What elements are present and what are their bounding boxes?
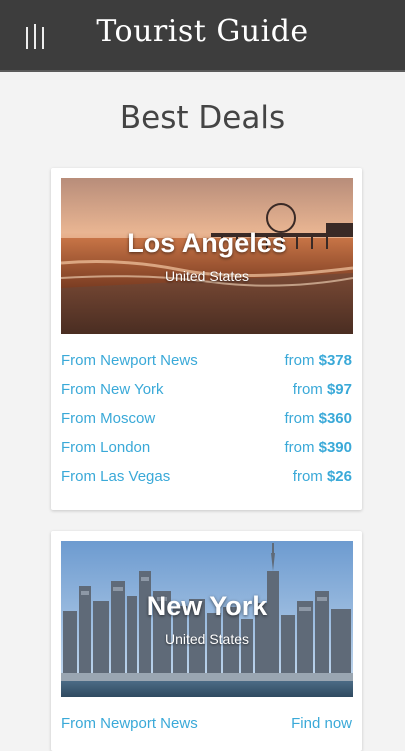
route-item[interactable]: From New York from $97 — [61, 375, 352, 404]
route-item[interactable]: From Las Vegas from $26 — [61, 462, 352, 491]
deal-country: United States — [164, 268, 250, 284]
find-now-link[interactable]: Find now — [291, 715, 352, 732]
route-item[interactable]: From London from $390 — [61, 433, 352, 462]
route-price: from $97 — [292, 381, 352, 398]
route-origin: From Las Vegas — [61, 468, 171, 485]
route-price: from $360 — [284, 410, 352, 427]
deal-city: New York — [146, 591, 268, 621]
page-title: Best Deals — [119, 100, 286, 136]
deal-city: Los Angeles — [127, 228, 287, 258]
route-list: From Newport News from $378 From New Yor… — [61, 346, 352, 491]
route-price: from $378 — [284, 352, 352, 369]
app-bar: Tourist Guide — [0, 0, 405, 72]
deal-card[interactable]: Los Angeles United States From Newport N… — [51, 168, 362, 510]
route-item[interactable]: From Moscow from $360 — [61, 404, 352, 433]
deal-country: United States — [164, 631, 250, 647]
deal-image: New York United States — [61, 541, 353, 697]
route-origin: From New York — [61, 381, 164, 398]
app-title: Tourist Guide — [96, 14, 309, 49]
route-price: from $390 — [284, 439, 352, 456]
route-origin: From Moscow — [61, 410, 156, 427]
route-origin: From Newport News — [61, 715, 198, 732]
route-item[interactable]: From Newport News from $378 — [61, 346, 352, 375]
app-bar-divider — [0, 70, 405, 72]
route-item[interactable]: From Newport News Find now — [61, 709, 352, 738]
route-price: from $26 — [292, 468, 352, 485]
deal-card[interactable]: New York United States From Newport News… — [51, 531, 362, 751]
route-origin: From London — [61, 439, 151, 456]
route-origin: From Newport News — [61, 352, 198, 369]
deal-image: Los Angeles United States — [61, 178, 353, 334]
route-list: From Newport News Find now — [61, 709, 352, 738]
